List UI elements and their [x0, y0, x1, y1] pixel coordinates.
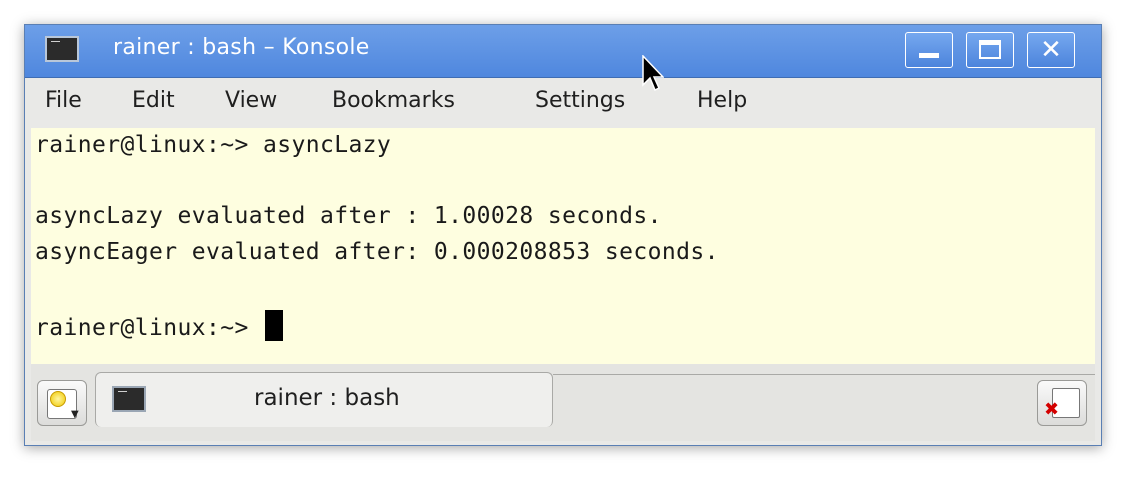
- terminal-line: asyncEager evaluated after: 0.000208853 …: [35, 239, 719, 265]
- minimize-button[interactable]: [905, 32, 953, 68]
- text-cursor: [264, 310, 283, 341]
- maximize-button[interactable]: [966, 32, 1014, 68]
- terminal-line: rainer@linux:~> asyncLazy: [35, 132, 392, 158]
- menu-bookmarks[interactable]: Bookmarks: [332, 88, 455, 113]
- tab-bar: ▼ rainer : bash ✖: [31, 364, 1095, 441]
- menu-edit[interactable]: Edit: [132, 88, 175, 113]
- terminal-line: asyncLazy evaluated after : 1.00028 seco…: [35, 203, 662, 229]
- title-bar[interactable]: rainer : bash – Konsole ✕: [25, 25, 1101, 78]
- close-button[interactable]: ✕: [1027, 32, 1075, 68]
- menu-help[interactable]: Help: [697, 88, 747, 113]
- konsole-window: rainer : bash – Konsole ✕ File Edit View…: [24, 24, 1102, 446]
- terminal-app-icon[interactable]: [45, 36, 79, 62]
- window-title: rainer : bash – Konsole: [113, 35, 370, 60]
- terminal-output[interactable]: rainer@linux:~> asyncLazy asyncLazy eval…: [31, 128, 1095, 364]
- maximize-icon: [979, 40, 1001, 59]
- menu-settings[interactable]: Settings: [535, 88, 625, 113]
- red-x-icon: ✖: [1044, 399, 1060, 420]
- terminal-icon: [112, 386, 146, 412]
- terminal-prompt-line: rainer@linux:~>: [35, 310, 283, 341]
- mouse-pointer-icon: [642, 55, 664, 92]
- tab-bar-divider: [553, 374, 1095, 375]
- terminal-prompt: rainer@linux:~>: [35, 315, 263, 341]
- close-icon: ✕: [1040, 35, 1062, 65]
- close-tab-button[interactable]: ✖: [1037, 380, 1087, 426]
- menu-file[interactable]: File: [45, 88, 82, 113]
- minimize-icon: [919, 53, 939, 58]
- tab-rainer-bash[interactable]: rainer : bash: [95, 372, 553, 427]
- tab-label: rainer : bash: [254, 385, 400, 411]
- menu-view[interactable]: View: [225, 88, 277, 113]
- star-icon: [50, 391, 66, 407]
- new-tab-button[interactable]: ▼: [37, 380, 87, 426]
- chevron-down-icon: ▼: [71, 409, 79, 420]
- menu-bar: File Edit View Bookmarks Settings Help: [31, 78, 1095, 128]
